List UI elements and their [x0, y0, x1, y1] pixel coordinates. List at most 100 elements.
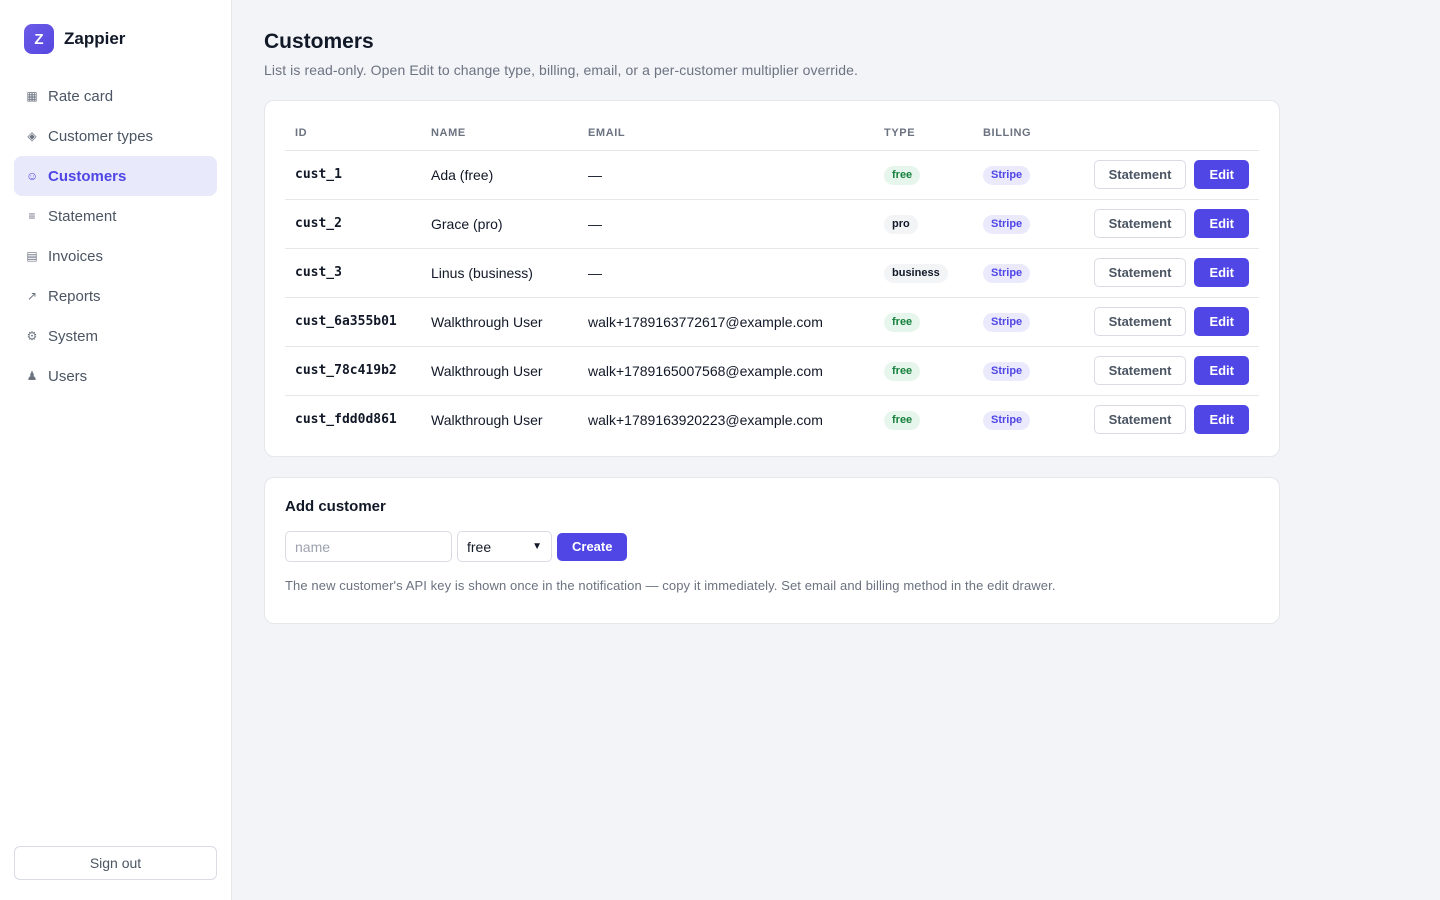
billing-badge: Stripe — [983, 312, 1031, 332]
edit-button[interactable]: Edit — [1194, 258, 1249, 287]
add-customer-card: Add customer free ▼ Create The new custo… — [264, 477, 1280, 624]
sidebar-item-label: Users — [48, 367, 88, 385]
customer-name: Ada (free) — [421, 150, 578, 200]
statement-button[interactable]: Statement — [1093, 209, 1187, 238]
page-title: Customers — [264, 30, 374, 53]
sidebar-item-customers[interactable]: ☺ Customers — [14, 156, 217, 196]
customer-id: cust_1 — [285, 150, 421, 200]
type-badge: free — [884, 410, 921, 430]
sidebar-item-label: System — [48, 327, 99, 345]
customer-billing-cell: Stripe — [973, 150, 1081, 200]
table-row: cust_6a355b01 Walkthrough User walk+178916… — [285, 297, 1259, 347]
customer-name: Linus (business) — [421, 248, 578, 298]
customer-billing-cell: Stripe — [973, 297, 1081, 347]
sidebar-item-invoices[interactable]: ▤ Invoices — [14, 236, 217, 276]
column-header-name: NAME — [421, 117, 578, 151]
table-body: cust_1 Ada (free) — free Stripe Statement Edit… — [285, 150, 1259, 444]
sidebar-item-label: Rate card — [48, 87, 114, 105]
table-row: cust_3 Linus (business) — business Stripe Sta… — [285, 248, 1259, 298]
customers-table: ID NAME EMAIL TYPE BILLING cust_1 Ada (fr… — [285, 117, 1259, 444]
customer-id: cust_6a355b01 — [285, 297, 421, 347]
edit-button[interactable]: Edit — [1194, 307, 1249, 336]
sidebar-nav: ▦ Rate card ◈ Customer types ☺ Customers ≡ Stat… — [14, 76, 217, 396]
sidebar-item-label: Customer types — [48, 127, 154, 145]
type-badge: pro — [884, 214, 918, 234]
customer-id: cust_3 — [285, 248, 421, 298]
sidebar-item-reports[interactable]: ↗ Reports — [14, 276, 217, 316]
customer-email: walk+1789165007568@example.com — [578, 346, 874, 396]
chevron-down-icon: ▼ — [532, 541, 542, 552]
edit-button[interactable]: Edit — [1194, 405, 1249, 435]
page-subtitle: List is read-only. Open Edit to change t… — [264, 62, 859, 78]
sidebar-item-users[interactable]: ♟ Users — [14, 356, 217, 396]
customer-id: cust_fdd0d861 — [295, 412, 397, 428]
column-header-id: ID — [285, 117, 421, 151]
sign-out-button[interactable]: Sign out — [14, 846, 217, 880]
type-badge: free — [884, 361, 921, 381]
type-badge: free — [884, 312, 921, 332]
sidebar-item-label: Reports — [48, 287, 101, 305]
customer-name: Walkthrough User — [421, 346, 578, 396]
billing-badge: Stripe — [983, 214, 1031, 234]
billing-badge: Stripe — [983, 263, 1031, 283]
customer-id: cust_2 — [285, 199, 421, 249]
billing-badge: Stripe — [983, 361, 1031, 381]
customer-email: walk+1789163772617@example.com — [578, 297, 874, 347]
invoice-icon: ▤ — [26, 249, 38, 263]
statement-button[interactable]: Statement — [1093, 160, 1187, 189]
customer-type-cell: business — [874, 248, 973, 298]
sidebar-item-label: Customers — [48, 167, 127, 185]
table-row: cust_2 Grace (pro) — pro Stripe Statement Edit — [285, 199, 1259, 249]
row-actions: Statement Edit — [1081, 150, 1259, 200]
grid-icon: ▦ — [26, 89, 38, 103]
sidebar-item-label: Invoices — [48, 247, 104, 265]
sidebar-item-rate-card[interactable]: ▦ Rate card — [14, 76, 217, 116]
customer-type-cell: free — [874, 346, 973, 396]
table-row: cust_78c419b2 Walkthrough User walk+178916… — [285, 346, 1259, 396]
customer-type-selected: free — [467, 538, 492, 555]
customer-billing-cell: Stripe — [973, 248, 1081, 298]
column-header-actions — [1081, 117, 1259, 151]
table-row: cust_fdd0d861 Walkthrough User walk+178916… — [285, 395, 1259, 444]
sidebar-item-customer-types[interactable]: ◈ Customer types — [14, 116, 217, 156]
customer-type-cell: pro — [874, 199, 973, 249]
column-header-billing: BILLING — [973, 117, 1081, 151]
customer-type-cell: free — [874, 150, 973, 200]
row-actions: Statement Edit — [1081, 346, 1259, 396]
customer-name: Grace (pro) — [421, 199, 578, 249]
row-actions: Statement Edit — [1081, 395, 1259, 444]
customer-type-cell: free — [874, 395, 973, 444]
statement-button[interactable]: Statement — [1093, 307, 1187, 336]
customer-email: — — [578, 248, 874, 298]
customer-email: — — [578, 199, 874, 249]
trend-icon: ↗ — [26, 289, 38, 303]
customer-id: cust_78c419b2 — [285, 346, 421, 396]
create-button[interactable]: Create — [557, 532, 628, 561]
row-actions: Statement Edit — [1081, 199, 1259, 249]
sidebar: Z Zappier ▦ Rate card ◈ Customer types ☺ Cust… — [0, 0, 232, 900]
customer-billing-cell: Stripe — [973, 346, 1081, 396]
sidebar-item-label: Statement — [48, 207, 117, 225]
add-customer-form: free ▼ Create — [285, 531, 1259, 562]
customer-email: walk+1789163920223@example.com — [588, 411, 823, 428]
user-icon: ♟ — [26, 369, 38, 383]
customer-name-input[interactable] — [285, 531, 452, 562]
type-badge: free — [884, 165, 921, 185]
diamond-icon: ◈ — [27, 129, 37, 143]
customers-table-card: ID NAME EMAIL TYPE BILLING cust_1 Ada (fr… — [264, 100, 1280, 457]
statement-button[interactable]: Statement — [1093, 356, 1187, 385]
customer-email: — — [578, 150, 874, 200]
sidebar-item-statement[interactable]: ≡ Statement — [14, 196, 217, 236]
sidebar-item-system[interactable]: ⚙ System — [14, 316, 217, 356]
edit-button[interactable]: Edit — [1194, 160, 1249, 189]
statement-button[interactable]: Statement — [1093, 405, 1187, 435]
edit-button[interactable]: Edit — [1194, 356, 1249, 385]
main-content: Customers List is read-only. Open Edit t… — [232, 0, 1440, 900]
row-actions: Statement Edit — [1081, 297, 1259, 347]
billing-badge: Stripe — [983, 165, 1031, 185]
statement-button[interactable]: Statement — [1093, 258, 1187, 287]
add-customer-title: Add customer — [285, 498, 386, 515]
billing-badge: Stripe — [983, 410, 1031, 430]
customer-type-select[interactable]: free ▼ — [457, 531, 552, 562]
edit-button[interactable]: Edit — [1194, 209, 1249, 238]
